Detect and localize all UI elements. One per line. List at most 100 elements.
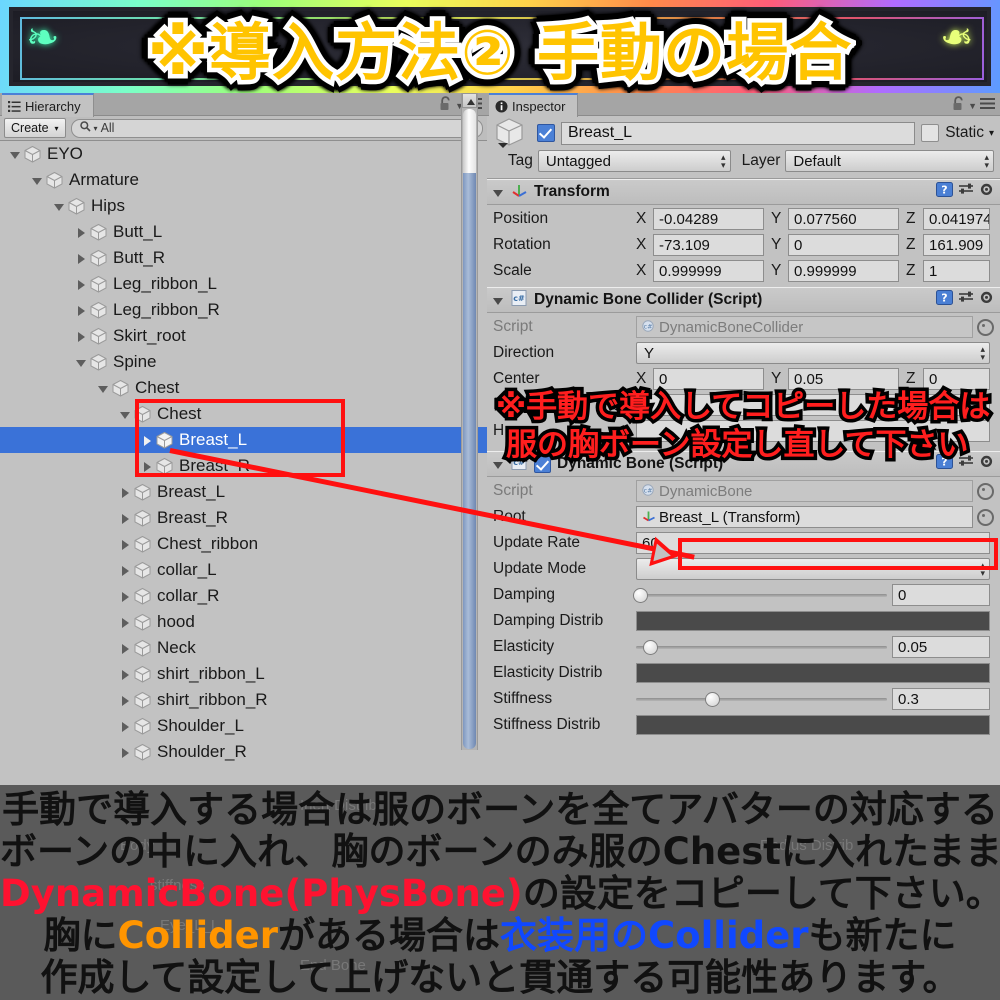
triangle-right-icon[interactable]	[118, 563, 133, 578]
tab-hierarchy[interactable]: Hierarchy	[2, 93, 94, 117]
layer-dropdown[interactable]: Default ▴ ▾	[785, 150, 994, 172]
triangle-right-icon[interactable]	[118, 719, 133, 734]
db-stiffness-slider[interactable]	[636, 689, 887, 709]
transform-component-header[interactable]: Transform ?	[487, 179, 1000, 205]
tab-inspector[interactable]: Inspector	[489, 93, 579, 117]
transform-rotation-x[interactable]: -73.109	[653, 234, 764, 256]
scroll-up-arrow-icon[interactable]	[462, 93, 477, 108]
transform-scale-z[interactable]: 1	[923, 260, 990, 282]
hierarchy-item-hips[interactable]: Hips	[0, 193, 487, 219]
help-icon[interactable]: ?	[936, 290, 953, 310]
hierarchy-item-breast_r[interactable]: Breast_R	[0, 505, 487, 531]
object-picker-icon[interactable]	[977, 508, 994, 526]
triangle-down-icon[interactable]	[96, 381, 111, 396]
transform-position-y[interactable]: 0.077560	[788, 208, 899, 230]
triangle-right-icon[interactable]	[118, 745, 133, 760]
triangle-right-icon[interactable]	[74, 303, 89, 318]
triangle-right-icon[interactable]	[118, 589, 133, 604]
transform-position-z[interactable]: 0.041974	[923, 208, 990, 230]
gameobject-enabled-checkbox[interactable]	[537, 124, 555, 142]
gear-icon[interactable]	[979, 454, 995, 474]
lock-open-icon[interactable]	[952, 96, 965, 116]
create-button[interactable]: Create ▾	[4, 118, 66, 138]
triangle-down-icon[interactable]	[30, 173, 45, 188]
db-damping-slider[interactable]	[632, 585, 887, 605]
triangle-right-icon[interactable]	[118, 511, 133, 526]
db-elasticity-slider[interactable]	[636, 637, 887, 657]
hierarchy-item-skirt_root[interactable]: Skirt_root	[0, 323, 487, 349]
object-picker-icon[interactable]	[977, 482, 994, 500]
gear-icon[interactable]	[979, 290, 995, 310]
foldout-arrow-icon[interactable]	[492, 294, 505, 307]
static-label-group[interactable]: Static ▾	[945, 124, 994, 142]
hierarchy-item-eyo[interactable]: EYO	[0, 141, 487, 167]
hierarchy-item-shoulder_r[interactable]: Shoulder_R	[0, 739, 487, 765]
object-picker-icon[interactable]	[977, 318, 994, 336]
db-elasticity-value[interactable]: 0.05	[892, 636, 990, 658]
triangle-down-icon[interactable]	[118, 407, 133, 422]
hierarchy-item-shoulder_l[interactable]: Shoulder_L	[0, 713, 487, 739]
transform-rotation-z[interactable]: 161.909	[923, 234, 990, 256]
tag-dropdown[interactable]: Untagged ▴ ▾	[537, 150, 731, 172]
triangle-right-icon[interactable]	[74, 329, 89, 344]
slider-knob[interactable]	[642, 640, 658, 655]
db-damping-distrib-curve-field[interactable]	[636, 611, 990, 631]
triangle-right-icon[interactable]	[74, 251, 89, 266]
dynamic-bone-collider-header[interactable]: c# Dynamic Bone Collider (Script) ?	[487, 287, 1000, 313]
triangle-right-icon[interactable]	[118, 537, 133, 552]
hierarchy-item-shirt_ribbon_r[interactable]: shirt_ribbon_R	[0, 687, 487, 713]
slider-knob[interactable]	[705, 692, 721, 707]
transform-scale-x[interactable]: 0.999999	[653, 260, 764, 282]
hierarchy-item-neck[interactable]: Neck	[0, 635, 487, 661]
hierarchy-item-collar_r[interactable]: collar_R	[0, 583, 487, 609]
triangle-down-icon[interactable]	[74, 355, 89, 370]
foldout-arrow-icon[interactable]	[492, 186, 505, 199]
gameobject-name-field[interactable]: Breast_L	[561, 121, 916, 145]
static-checkbox[interactable]	[921, 124, 940, 142]
slider-knob[interactable]	[632, 588, 648, 603]
transform-scale-y[interactable]: 0.999999	[788, 260, 899, 282]
collider-center-x[interactable]: 0	[653, 368, 764, 390]
db-elasticity-distrib-curve-field[interactable]	[636, 663, 990, 683]
db-stiffness-distrib-curve-field[interactable]	[636, 715, 990, 735]
triangle-right-icon[interactable]	[118, 641, 133, 656]
scrollbar-thumb-top[interactable]	[463, 109, 476, 175]
db-stiffness-value[interactable]: 0.3	[892, 688, 990, 710]
help-icon[interactable]: ?	[936, 182, 953, 202]
triangle-right-icon[interactable]	[118, 667, 133, 682]
chevron-down-icon[interactable]: ▼	[968, 101, 977, 111]
triangle-down-icon[interactable]	[52, 199, 67, 214]
transform-position-x[interactable]: -0.04289	[653, 208, 764, 230]
triangle-right-icon[interactable]	[118, 693, 133, 708]
foldout-arrow-icon[interactable]	[492, 458, 505, 471]
triangle-right-icon[interactable]	[118, 485, 133, 500]
db-damping-value[interactable]: 0	[892, 584, 990, 606]
hamburger-menu-icon[interactable]	[980, 97, 995, 115]
hierarchy-item-armature[interactable]: Armature	[0, 167, 487, 193]
hierarchy-item-chest_ribbon[interactable]: Chest_ribbon	[0, 531, 487, 557]
hierarchy-item-hood[interactable]: hood	[0, 609, 487, 635]
collider-center-y[interactable]: 0.05	[788, 368, 899, 390]
collider-center-z[interactable]: 0	[923, 368, 990, 390]
hierarchy-item-chest[interactable]: Chest	[0, 375, 487, 401]
db-root-field[interactable]: Breast_L (Transform)	[636, 506, 973, 528]
lock-open-icon[interactable]	[439, 96, 452, 116]
hierarchy-scrollbar[interactable]	[461, 93, 478, 750]
scrollbar-thumb[interactable]	[463, 173, 476, 749]
hierarchy-item-leg_ribbon_r[interactable]: Leg_ribbon_R	[0, 297, 487, 323]
preset-icon[interactable]	[958, 182, 974, 202]
gear-icon[interactable]	[979, 182, 995, 202]
triangle-right-icon[interactable]	[118, 615, 133, 630]
hierarchy-item-spine[interactable]: Spine	[0, 349, 487, 375]
collider-direction-dropdown[interactable]: Y ▴ ▾	[636, 342, 990, 364]
transform-rotation-y[interactable]: 0	[788, 234, 899, 256]
triangle-down-icon[interactable]	[8, 147, 23, 162]
triangle-right-icon[interactable]	[74, 277, 89, 292]
hierarchy-item-shirt_ribbon_l[interactable]: shirt_ribbon_L	[0, 661, 487, 687]
triangle-right-icon[interactable]	[74, 225, 89, 240]
hierarchy-search-input[interactable]: ▾ All	[70, 118, 483, 138]
hierarchy-item-collar_l[interactable]: collar_L	[0, 557, 487, 583]
preset-icon[interactable]	[958, 290, 974, 310]
hierarchy-item-leg_ribbon_l[interactable]: Leg_ribbon_L	[0, 271, 487, 297]
hierarchy-item-butt_l[interactable]: Butt_L	[0, 219, 487, 245]
